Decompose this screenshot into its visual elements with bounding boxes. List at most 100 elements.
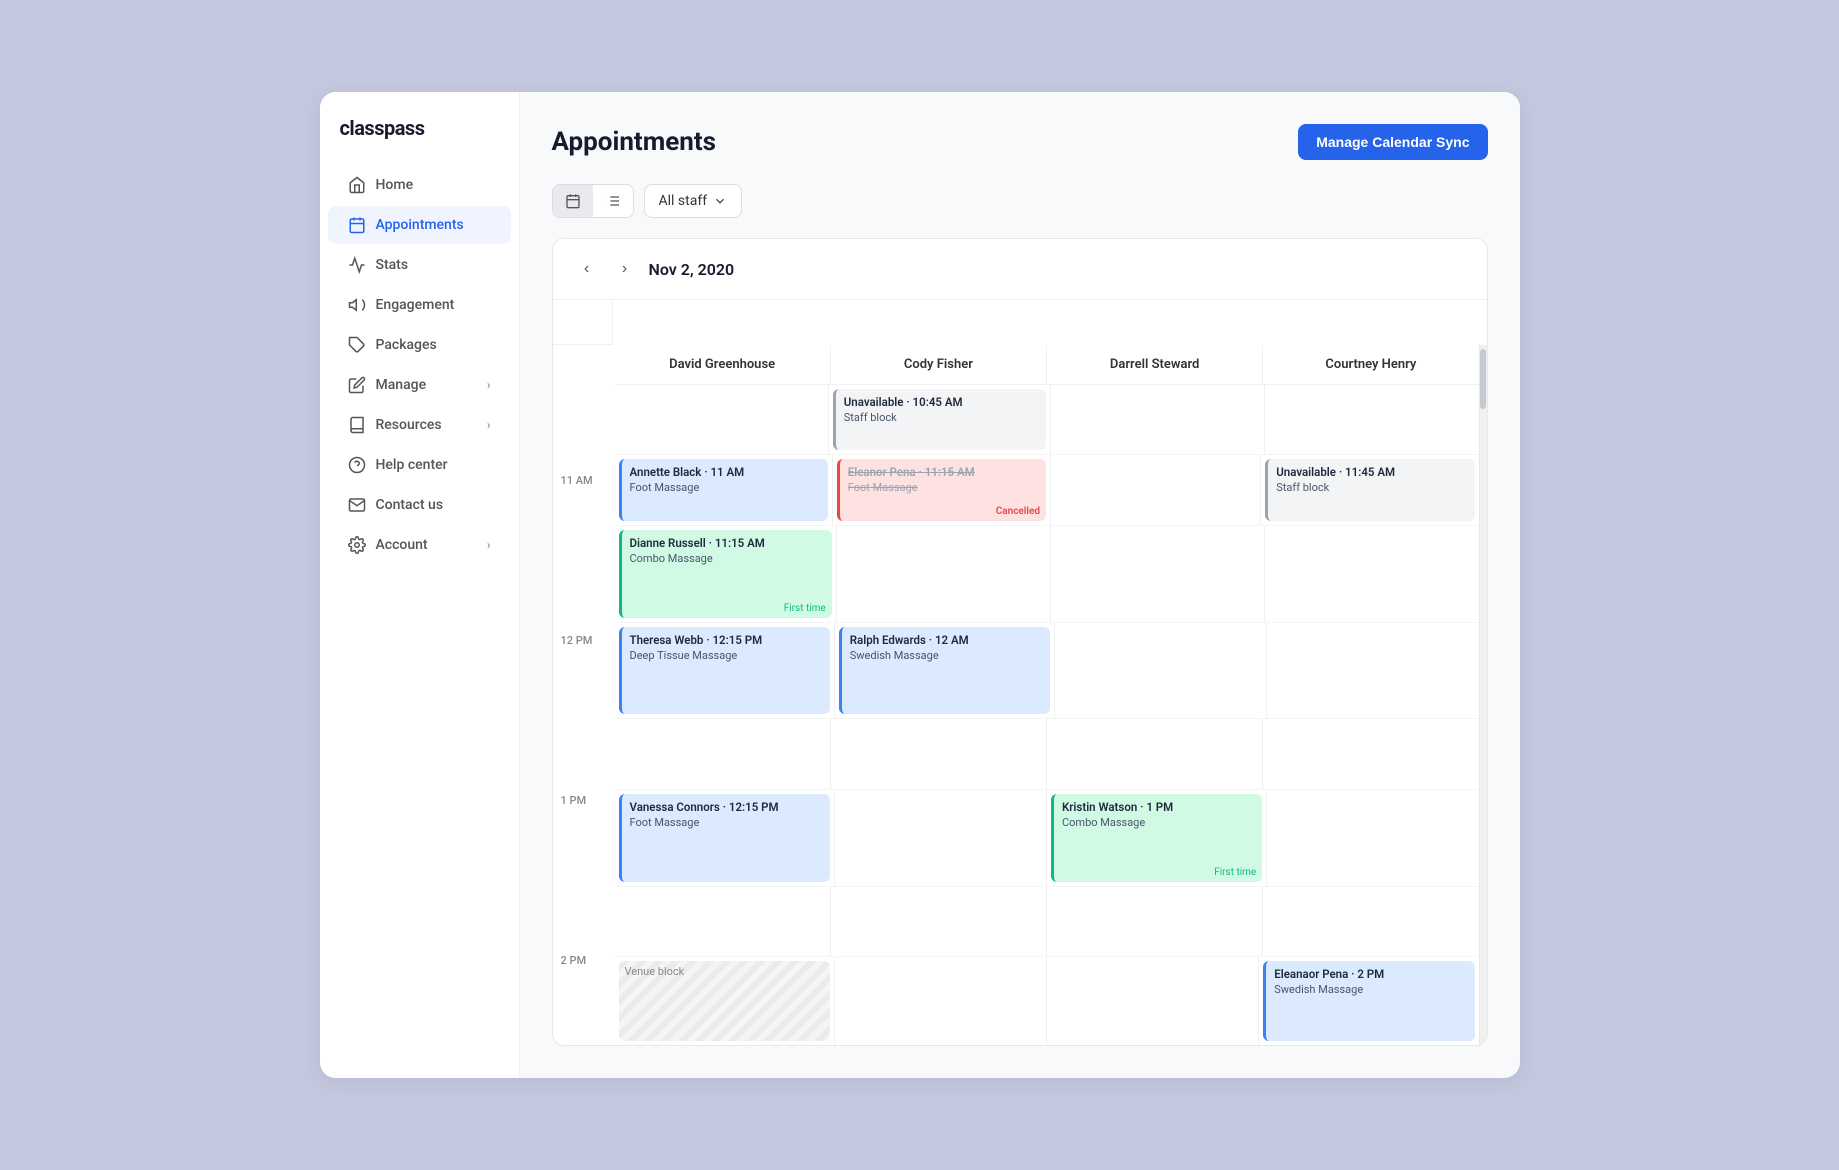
next-day-button[interactable]: › — [611, 255, 639, 283]
cell-darrell-130 — [1047, 887, 1263, 957]
calendar-container: ‹ › Nov 2, 2020 — [552, 238, 1488, 1046]
list-view-button[interactable] — [593, 185, 633, 217]
appt-service-eleanor: Foot Massage — [848, 481, 1038, 494]
edit-icon — [348, 376, 366, 394]
time-label-11am: 11 AM — [553, 470, 615, 550]
sidebar-manage-label: Manage — [376, 377, 427, 393]
appt-name-cody-unavail: Unavailable · 10:45 AM — [844, 395, 1038, 409]
appt-service-annette: Foot Massage — [630, 481, 820, 494]
cell-courtney-pre11 — [1265, 385, 1478, 455]
sidebar-resources-label: Resources — [376, 417, 442, 433]
sidebar-contact-label: Contact us — [376, 497, 444, 513]
row-1pm: Vanessa Connors · 12:15 PM Foot Massage … — [615, 790, 1479, 887]
cell-david-1115[interactable]: Dianne Russell · 11:15 AM Combo Massage … — [615, 526, 837, 623]
scrollbar[interactable] — [1479, 345, 1487, 1045]
cell-cody-11am[interactable]: Eleanor Pena · 11:15 AM Foot Massage Can… — [833, 455, 1051, 525]
appt-name-eleanor: Eleanor Pena · 11:15 AM — [848, 465, 1038, 479]
logo: classpass — [320, 116, 519, 164]
cell-cody-1115 — [837, 526, 1051, 623]
home-icon — [348, 176, 366, 194]
appt-cody-cancelled[interactable]: Eleanor Pena · 11:15 AM Foot Massage Can… — [837, 459, 1046, 520]
sidebar-help-label: Help center — [376, 457, 448, 473]
cell-cody-1pm — [835, 790, 1047, 887]
cell-courtney-1230 — [1263, 719, 1478, 789]
staff-header-cody: Cody Fisher — [831, 345, 1047, 384]
prev-day-button[interactable]: ‹ — [573, 255, 601, 283]
sidebar: classpass Home Appointments Stats Engage… — [320, 92, 520, 1078]
list-view-icon — [605, 193, 621, 209]
appt-service-theresa: Deep Tissue Massage — [630, 649, 822, 662]
cell-darrell-1230 — [1047, 719, 1263, 789]
appt-cody-unavail[interactable]: Unavailable · 10:45 AM Staff block — [833, 389, 1046, 450]
megaphone-icon — [348, 296, 366, 314]
appt-service-courtney-unavail: Staff block — [1276, 481, 1466, 494]
sidebar-item-packages[interactable]: Packages — [328, 326, 511, 364]
cell-cody-pre11[interactable]: Unavailable · 10:45 AM Staff block — [829, 385, 1051, 455]
appt-david-vanessa[interactable]: Vanessa Connors · 12:15 PM Foot Massage — [619, 794, 830, 882]
stats-icon — [348, 256, 366, 274]
appt-david-annette[interactable]: Annette Black · 11 AM Foot Massage — [619, 459, 828, 520]
appt-service-dianne: Combo Massage — [630, 552, 824, 565]
appt-service-cody-unavail: Staff block — [844, 411, 1038, 424]
cell-david-11am[interactable]: Annette Black · 11 AM Foot Massage — [615, 455, 833, 525]
main-content: Appointments Manage Calendar Sync All st… — [520, 92, 1520, 1078]
gear-icon — [348, 536, 366, 554]
appt-cody-ralph[interactable]: Ralph Edwards · 12 AM Swedish Massage — [839, 627, 1050, 715]
time-label-1pm: 1 PM — [553, 790, 615, 870]
staff-grid: David Greenhouse Cody Fisher Darrell Ste… — [615, 345, 1479, 1045]
row-2pm: Venue block Eleanaor Pena · 2 PM Swedish… — [615, 957, 1479, 1045]
sidebar-item-home[interactable]: Home — [328, 166, 511, 204]
cell-darrell-1pm[interactable]: Kristin Watson · 1 PM Combo Massage Firs… — [1047, 790, 1267, 887]
appt-name-kristin: Kristin Watson · 1 PM — [1062, 800, 1254, 814]
time-label-130 — [553, 870, 615, 950]
appt-service-ralph: Swedish Massage — [850, 649, 1042, 662]
row-1230 — [615, 719, 1479, 789]
appt-service-vanessa: Foot Massage — [630, 816, 822, 829]
cell-david-12pm[interactable]: Theresa Webb · 12:15 PM Deep Tissue Mass… — [615, 623, 835, 720]
appt-service-eleanaor: Swedish Massage — [1274, 983, 1466, 996]
staff-header-darrell: Darrell Steward — [1047, 345, 1263, 384]
cell-darrell-2pm — [1047, 957, 1259, 1045]
cell-david-130 — [615, 887, 831, 957]
staff-filter-dropdown[interactable]: All staff — [644, 184, 743, 218]
view-toggle — [552, 184, 634, 218]
cell-cody-2pm — [835, 957, 1047, 1045]
time-label-pre1 — [553, 390, 615, 470]
staff-header-row: David Greenhouse Cody Fisher Darrell Ste… — [615, 345, 1479, 385]
manage-chevron-icon: › — [487, 378, 491, 392]
sidebar-item-help[interactable]: Help center — [328, 446, 511, 484]
help-icon — [348, 456, 366, 474]
appt-name-ralph: Ralph Edwards · 12 AM — [850, 633, 1042, 647]
cell-courtney-2pm[interactable]: Eleanaor Pena · 2 PM Swedish Massage — [1259, 957, 1478, 1045]
calendar-icon — [348, 216, 366, 234]
cell-darrell-11am — [1051, 455, 1261, 525]
appt-name-dianne: Dianne Russell · 11:15 AM — [630, 536, 824, 550]
row-11am: Annette Black · 11 AM Foot Massage Elean… — [615, 455, 1479, 525]
appt-courtney-unavail[interactable]: Unavailable · 11:45 AM Staff block — [1265, 459, 1474, 520]
cell-david-1pm[interactable]: Vanessa Connors · 12:15 PM Foot Massage — [615, 790, 835, 887]
appt-david-dianne[interactable]: Dianne Russell · 11:15 AM Combo Massage … — [619, 530, 832, 618]
appt-darrell-kristin[interactable]: Kristin Watson · 1 PM Combo Massage Firs… — [1051, 794, 1262, 882]
cell-cody-12pm[interactable]: Ralph Edwards · 12 AM Swedish Massage — [835, 623, 1055, 720]
account-chevron-icon: › — [487, 538, 491, 552]
sidebar-item-engagement[interactable]: Engagement — [328, 286, 511, 324]
sidebar-item-contact[interactable]: Contact us — [328, 486, 511, 524]
time-label-12pm: 12 PM — [553, 630, 615, 710]
cell-courtney-11am[interactable]: Unavailable · 11:45 AM Staff block — [1261, 455, 1478, 525]
sidebar-stats-label: Stats — [376, 257, 409, 273]
sidebar-item-manage[interactable]: Manage › — [328, 366, 511, 404]
sidebar-item-appointments[interactable]: Appointments — [328, 206, 511, 244]
manage-calendar-button[interactable]: Manage Calendar Sync — [1298, 124, 1487, 160]
sidebar-engagement-label: Engagement — [376, 297, 455, 313]
calendar-view-button[interactable] — [553, 185, 593, 217]
sidebar-item-account[interactable]: Account › — [328, 526, 511, 564]
appt-david-theresa[interactable]: Theresa Webb · 12:15 PM Deep Tissue Mass… — [619, 627, 830, 715]
appt-courtney-eleanor[interactable]: Eleanaor Pena · 2 PM Swedish Massage — [1263, 961, 1474, 1041]
staff-header-courtney: Courtney Henry — [1263, 345, 1478, 384]
app-container: classpass Home Appointments Stats Engage… — [320, 92, 1520, 1078]
row-pre11: Unavailable · 10:45 AM Staff block — [615, 385, 1479, 455]
sidebar-item-stats[interactable]: Stats — [328, 246, 511, 284]
time-column — [553, 300, 613, 345]
appt-name-vanessa: Vanessa Connors · 12:15 PM — [630, 800, 822, 814]
sidebar-item-resources[interactable]: Resources › — [328, 406, 511, 444]
